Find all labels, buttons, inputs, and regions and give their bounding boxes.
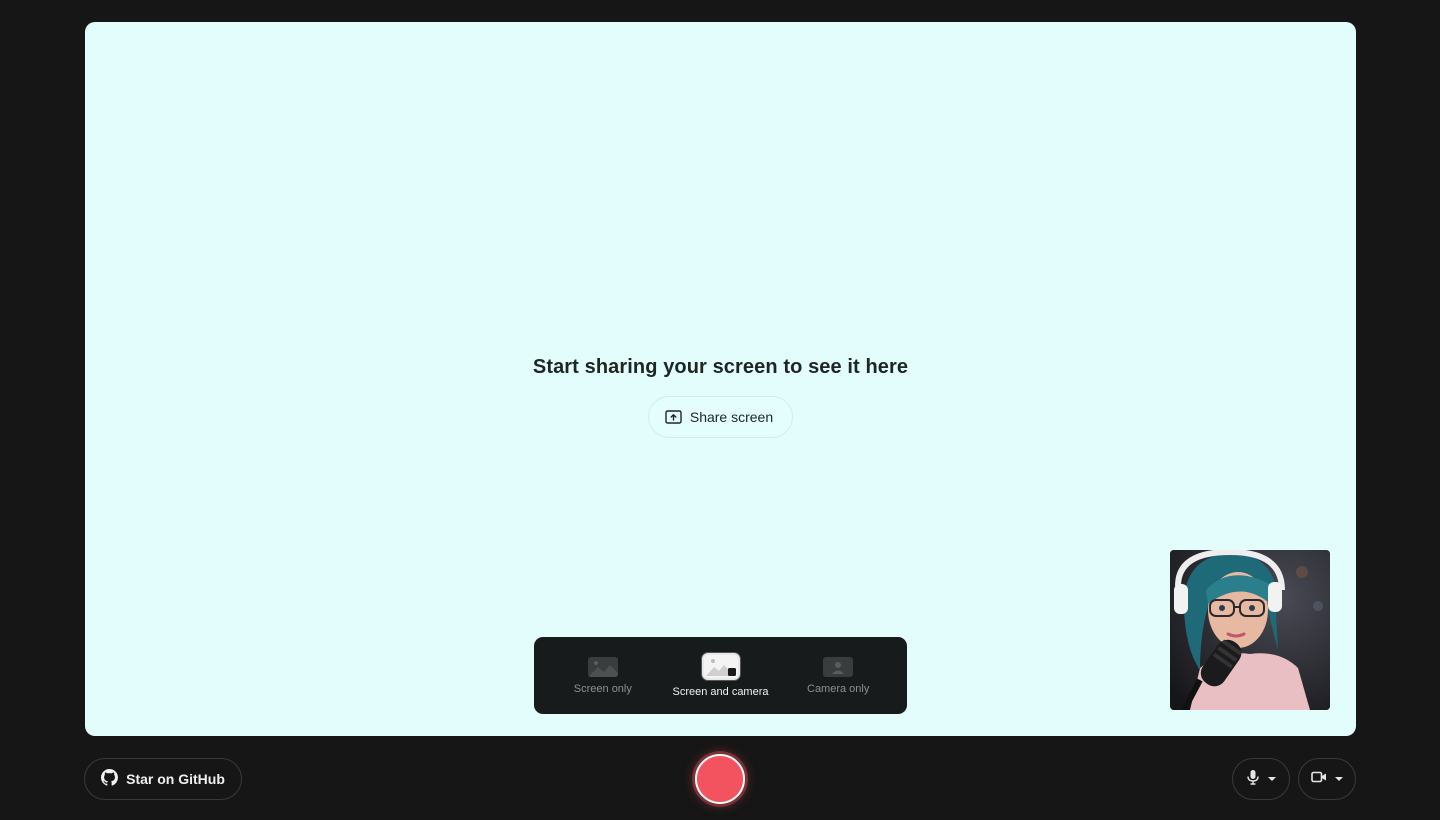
star-on-github-button[interactable]: Star on GitHub (84, 758, 242, 800)
screen-and-camera-icon (701, 653, 740, 680)
camera-only-icon (823, 656, 854, 677)
github-icon (101, 769, 119, 789)
empty-state: Start sharing your screen to see it here… (85, 356, 1356, 438)
camera-preview[interactable] (1170, 550, 1330, 710)
chevron-down-icon (1268, 777, 1276, 781)
layout-mode-switcher: Screen only Screen and camera Camera onl… (534, 637, 907, 714)
chevron-down-icon (1335, 777, 1343, 781)
github-label: Star on GitHub (126, 771, 225, 787)
mode-camera-only[interactable]: Camera only (779, 656, 897, 695)
camera-preview-image (1170, 550, 1330, 710)
video-camera-icon (1311, 770, 1327, 788)
camera-select-button[interactable] (1298, 758, 1356, 800)
screen-share-icon (665, 410, 682, 424)
mode-screen-only[interactable]: Screen only (544, 656, 662, 695)
record-button[interactable] (695, 754, 745, 804)
share-screen-button[interactable]: Share screen (647, 396, 794, 438)
microphone-icon (1246, 769, 1260, 790)
share-screen-label: Share screen (689, 409, 774, 425)
microphone-select-button[interactable] (1232, 758, 1290, 800)
mode-label: Screen and camera (672, 686, 769, 698)
mode-label: Screen only (573, 682, 632, 695)
screen-only-icon (587, 656, 618, 677)
mode-label: Camera only (807, 682, 870, 695)
screen-stage: Start sharing your screen to see it here… (85, 22, 1356, 736)
mode-screen-and-camera[interactable]: Screen and camera (662, 653, 780, 698)
empty-state-title: Start sharing your screen to see it here (532, 356, 909, 378)
